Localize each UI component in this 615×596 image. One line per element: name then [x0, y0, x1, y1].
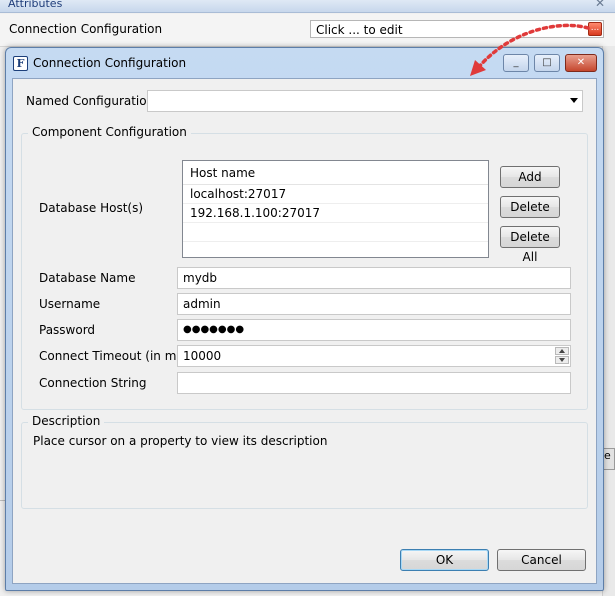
attribute-label: Connection Configuration [9, 22, 163, 36]
ok-button[interactable]: OK [400, 549, 489, 571]
named-configuration-label: Named Configuration [26, 94, 155, 108]
table-row-empty[interactable] [183, 223, 488, 242]
component-configuration-title: Component Configuration [28, 125, 191, 139]
attributes-panel-header: Attributes ✕ [0, 0, 615, 13]
attribute-value-field[interactable]: Click ... to edit ... [310, 20, 604, 38]
named-configuration-combo[interactable] [147, 90, 583, 112]
password-label: Password [39, 323, 96, 337]
close-icon: ✕ [576, 57, 586, 68]
connect-timeout-stepper[interactable]: 10000 [177, 345, 571, 367]
add-host-button[interactable]: Add [500, 166, 560, 188]
host-cell: localhost:27017 [190, 187, 287, 201]
database-hosts-table[interactable]: Host name localhost:27017 192.168.1.100:… [182, 160, 489, 258]
attribute-row-connection-configuration: Connection Configuration Click ... to ed… [0, 14, 615, 47]
database-hosts-label: Database Host(s) [39, 201, 144, 215]
attributes-panel-title: Attributes [8, 0, 63, 10]
maximize-icon: □ [542, 57, 552, 68]
minimize-icon: _ [513, 57, 519, 68]
host-cell: 192.168.1.100:27017 [190, 206, 321, 220]
ellipsis-edit-button[interactable]: ... [588, 22, 602, 36]
spinner-buttons[interactable] [555, 347, 569, 365]
attribute-value-text: Click ... to edit [316, 23, 403, 37]
table-row[interactable]: localhost:27017 [183, 185, 488, 204]
host-name-column-header[interactable]: Host name [183, 161, 488, 185]
app-logo-icon: F [13, 56, 28, 71]
username-field[interactable]: admin [177, 293, 571, 315]
connect-timeout-label: Connect Timeout (in ms) [39, 349, 188, 363]
cancel-button[interactable]: Cancel [497, 549, 586, 571]
connection-configuration-dialog: F Connection Configuration _ □ ✕ Named C… [5, 47, 604, 591]
background-partial-button[interactable]: e [603, 448, 615, 470]
description-title: Description [28, 414, 105, 428]
password-value: ●●●●●●● [183, 324, 245, 335]
close-icon[interactable]: ✕ [595, 0, 605, 10]
close-button[interactable]: ✕ [565, 54, 597, 72]
background-partial-button-label: e [604, 449, 611, 462]
username-label: Username [39, 297, 101, 311]
dialog-title: Connection Configuration [33, 56, 187, 70]
delete-host-button[interactable]: Delete [500, 196, 560, 218]
spin-down-icon[interactable] [555, 356, 569, 364]
chevron-down-icon[interactable] [570, 98, 578, 103]
spin-up-icon[interactable] [555, 347, 569, 355]
minimize-button[interactable]: _ [503, 54, 529, 72]
username-value: admin [183, 297, 221, 311]
maximize-button[interactable]: □ [534, 54, 560, 72]
delete-all-hosts-button[interactable]: Delete All [500, 226, 560, 264]
database-name-value: mydb [183, 271, 218, 285]
table-row[interactable]: 192.168.1.100:27017 [183, 204, 488, 223]
connection-string-label: Connection String [39, 376, 147, 390]
description-text: Place cursor on a property to view its d… [33, 434, 328, 448]
database-name-field[interactable]: mydb [177, 267, 571, 289]
database-name-label: Database Name [39, 271, 136, 285]
password-field[interactable]: ●●●●●●● [177, 319, 571, 341]
connection-string-field[interactable] [177, 372, 571, 394]
connect-timeout-value: 10000 [183, 349, 222, 363]
dialog-client-area: Named Configuration Component Configurat… [12, 78, 597, 584]
column-header-label: Host name [190, 166, 256, 180]
